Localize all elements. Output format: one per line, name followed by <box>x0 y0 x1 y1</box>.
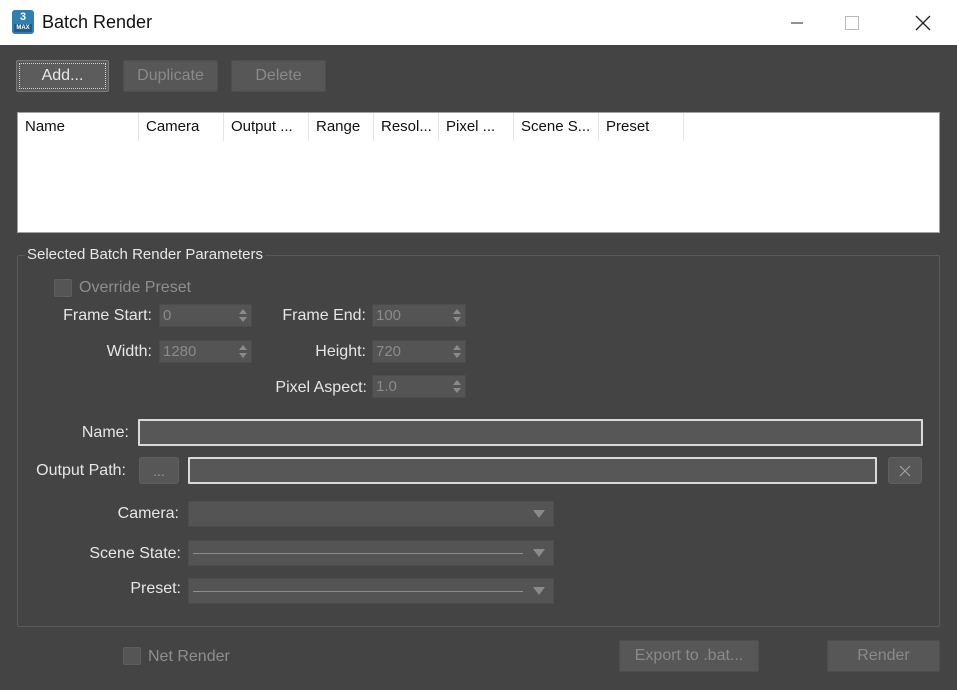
pixel-aspect-spinner[interactable]: 1.0 <box>372 375 466 398</box>
name-input[interactable] <box>138 419 923 446</box>
add-button-label: Add... <box>41 67 84 84</box>
frame-start-spinner[interactable]: 0 <box>159 304 252 327</box>
preset-dropdown[interactable] <box>188 578 554 604</box>
frame-start-value: 0 <box>163 307 172 324</box>
scene-state-dropdown[interactable] <box>188 540 554 566</box>
spinner-arrows-icon[interactable] <box>453 308 461 323</box>
minimize-icon <box>791 22 803 23</box>
maximize-icon <box>845 15 859 30</box>
pixel-aspect-value: 1.0 <box>376 378 397 395</box>
spinner-arrows-icon[interactable] <box>453 344 461 359</box>
frame-start-label: Frame Start: <box>63 307 152 324</box>
camera-dropdown[interactable] <box>188 501 554 527</box>
output-path-browse-button[interactable]: ... <box>139 457 179 484</box>
column-header-preset[interactable]: Preset <box>599 113 684 141</box>
column-header-pixel-aspect[interactable]: Pixel ... <box>439 113 514 141</box>
frame-end-label: Frame End: <box>282 307 366 324</box>
width-value: 1280 <box>163 343 197 360</box>
width-label: Width: <box>106 343 152 360</box>
chevron-down-icon <box>533 510 545 518</box>
window-title: Batch Render <box>42 12 153 32</box>
net-render-label: Net Render <box>148 648 230 665</box>
frame-end-spinner[interactable]: 100 <box>372 304 466 327</box>
export-button-label: Export to .bat... <box>634 647 744 664</box>
pixel-aspect-label: Pixel Aspect: <box>275 379 367 396</box>
column-header-name[interactable]: Name <box>18 113 139 141</box>
minimize-button[interactable] <box>774 0 820 45</box>
frame-end-value: 100 <box>376 307 402 324</box>
column-header-output[interactable]: Output ... <box>224 113 309 141</box>
chevron-down-icon <box>533 549 545 557</box>
dropdown-separator-line <box>193 553 523 554</box>
column-header-camera[interactable]: Camera <box>139 113 224 141</box>
width-spinner[interactable]: 1280 <box>159 340 252 363</box>
3dsmax-app-icon: 3 MAX <box>12 10 34 34</box>
spinner-arrows-icon[interactable] <box>239 344 247 359</box>
clear-output-path-button[interactable] <box>888 457 922 484</box>
title-bar: 3 MAX Batch Render <box>0 0 957 45</box>
height-value: 720 <box>376 343 402 360</box>
override-preset-checkbox[interactable] <box>54 279 72 297</box>
render-button-label: Render <box>857 647 910 664</box>
duplicate-button-label: Duplicate <box>137 67 204 84</box>
output-path-label: Output Path: <box>36 462 126 479</box>
net-render-checkbox[interactable] <box>123 647 141 665</box>
app-icon-text: MAX <box>14 24 32 32</box>
column-header-range[interactable]: Range <box>309 113 374 141</box>
dropdown-separator-line <box>193 591 523 592</box>
chevron-down-icon <box>533 587 545 595</box>
maximize-button[interactable] <box>829 0 875 45</box>
close-icon <box>915 15 931 30</box>
duplicate-button[interactable]: Duplicate <box>123 60 218 92</box>
clear-x-icon <box>899 465 911 476</box>
delete-button-label: Delete <box>255 67 302 84</box>
spinner-arrows-icon[interactable] <box>453 379 461 394</box>
height-spinner[interactable]: 720 <box>372 340 466 363</box>
override-preset-label: Override Preset <box>79 279 192 296</box>
column-header-resolution[interactable]: Resol... <box>374 113 439 141</box>
add-button[interactable]: Add... <box>16 60 109 92</box>
name-label: Name: <box>81 424 129 441</box>
camera-label: Camera: <box>117 505 179 522</box>
parameters-group-title: Selected Batch Render Parameters <box>25 246 265 263</box>
app-icon-number: 3 <box>19 11 27 23</box>
batch-list[interactable]: Name Camera Output ... Range Resol... Pi… <box>17 112 940 233</box>
scene-state-label: Scene State: <box>89 545 181 562</box>
preset-label: Preset: <box>130 580 181 597</box>
output-path-input[interactable] <box>188 457 877 484</box>
column-header-scene-state[interactable]: Scene S... <box>514 113 599 141</box>
close-button[interactable] <box>900 0 946 45</box>
height-label: Height: <box>315 343 366 360</box>
render-button[interactable]: Render <box>827 640 940 672</box>
spinner-arrows-icon[interactable] <box>239 308 247 323</box>
browse-button-label: ... <box>153 462 165 479</box>
delete-button[interactable]: Delete <box>231 60 326 92</box>
export-to-bat-button[interactable]: Export to .bat... <box>619 640 759 672</box>
